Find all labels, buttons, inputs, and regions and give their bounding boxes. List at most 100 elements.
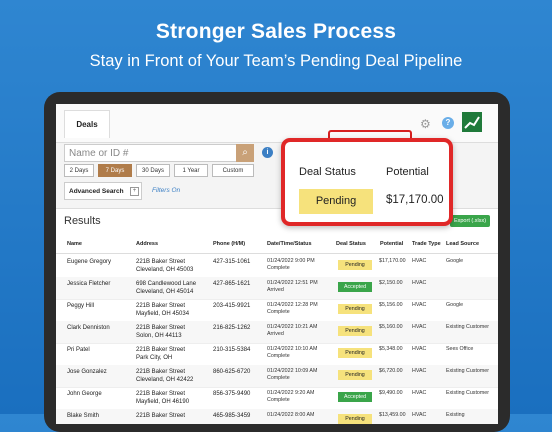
cell-name: Jessica Fletcher [67, 281, 111, 287]
filters-on-link[interactable]: Filters On [152, 187, 180, 194]
cell-address: 221B Baker Street Mayfield, OH 45034 [136, 302, 189, 318]
cell-phone: 856-375-9490 [213, 391, 251, 397]
info-icon[interactable]: i [262, 147, 273, 158]
visit-status: Complete [267, 375, 290, 381]
address-line-1: 221B Baker Street [136, 413, 186, 419]
table-row[interactable]: Jessica Fletcher 698 Candlewood Lane Cleve… [56, 277, 498, 300]
visit-status: Complete [267, 265, 290, 271]
cell-trade: HVAC [412, 346, 427, 352]
address-line-1: 698 Candlewood Lane [136, 281, 197, 287]
address-line-1: 221B Baker Street [136, 259, 186, 265]
cell-date-status: 01/24/2022 9:20 AM Complete [267, 390, 314, 404]
date-time: 01/24/2022 12:51 PM [267, 280, 318, 286]
cell-potential: $17,170.00 [379, 258, 406, 264]
date-time: 01/24/2022 12:28 PM [267, 302, 318, 308]
address-line-2: Park City, OH [136, 355, 173, 361]
cell-potential: $9,490.00 [379, 390, 403, 396]
deal-status-badge: Pending [338, 304, 372, 314]
deal-status-badge: Pending [338, 260, 372, 270]
cell-trade: HVAC [412, 258, 427, 264]
cell-address: 698 Candlewood Lane Cleveland, OH 45014 [136, 280, 196, 296]
cell-phone: 427-865-1621 [213, 281, 251, 287]
callout-potential-value: $17,170.00 [386, 194, 444, 206]
table-row[interactable]: John George 221B Baker Street Mayfield, OH… [56, 387, 498, 410]
filter-custom[interactable]: Custom [212, 164, 254, 177]
date-time: 01/24/2022 9:00 PM [267, 258, 315, 264]
address-line-1: 221B Baker Street [136, 347, 186, 353]
cell-date-status: 01/24/2022 9:00 PM Complete [267, 258, 315, 272]
address-line-1: 221B Baker Street [136, 303, 186, 309]
cell-lead-source: Sees Office [446, 346, 474, 352]
cell-phone: 216-825-1262 [213, 325, 251, 331]
cell-address: 221B Baker Street [136, 412, 185, 420]
address-line-2: Mayfield, OH 45034 [136, 311, 190, 317]
cell-trade: HVAC [412, 324, 427, 330]
cell-lead-source: Existing Customer [446, 390, 489, 396]
cell-address: 221B Baker Street Mayfield, OH 46190 [136, 390, 189, 406]
address-line-2: Mayfield, OH 46190 [136, 399, 190, 405]
date-time: 01/24/2022 8:00 AM [267, 412, 315, 418]
date-time: 01/24/2022 10:21 AM [267, 324, 318, 330]
table-header: Name Address Phone (H/M) Date/Time/Statu… [56, 237, 498, 254]
visit-status: Arrived [267, 287, 284, 293]
zoom-callout: Deal Status Potential Pending $17,170.00 [281, 138, 453, 226]
deal-status-badge: Pending [338, 414, 372, 424]
cell-name: Eugene Gregory [67, 259, 112, 265]
callout-pending-badge: Pending [299, 189, 373, 214]
cell-lead-source: Existing Customer [446, 368, 489, 374]
results-title: Results [64, 215, 101, 227]
cell-address: 221B Baker Street Cleveland, OH 42422 [136, 368, 193, 384]
deal-status-badge: Accepted [338, 282, 372, 292]
cell-potential: $6,720.00 [379, 368, 403, 374]
table-row[interactable]: Peggy Hill 221B Baker Street Mayfield, OH … [56, 299, 498, 322]
th-lead-source: Lead Source [446, 241, 480, 247]
gear-icon[interactable]: ⚙ [420, 118, 432, 130]
help-icon[interactable]: ? [442, 117, 454, 129]
visit-status: Arrived [267, 331, 284, 337]
cell-potential: $2,150.00 [379, 280, 403, 286]
deal-status-badge: Accepted [338, 392, 372, 402]
th-address: Address [136, 241, 159, 247]
table-row[interactable]: Pri Patel 221B Baker Street Park City, OH 2… [56, 343, 498, 366]
filter-1-year[interactable]: 1 Year [174, 164, 208, 177]
visit-status: Complete [267, 309, 290, 315]
cell-trade: HVAC [412, 390, 427, 396]
cell-lead-source: Google [446, 258, 464, 264]
search-icon[interactable]: ⌕ [236, 144, 254, 162]
cell-potential: $5,160.00 [379, 324, 403, 330]
address-line-1: 221B Baker Street [136, 325, 186, 331]
cell-potential: $5,156.00 [379, 302, 403, 308]
cell-name: Peggy Hill [67, 303, 95, 309]
chart-logo-icon [464, 116, 480, 129]
cell-lead-source: Google [446, 302, 464, 308]
export-button[interactable]: Export (.xlsx) [450, 215, 490, 227]
hero-subtitle: Stay in Front of Your Team’s Pending Dea… [89, 52, 463, 70]
cell-date-status: 01/24/2022 10:09 AM Complete [267, 368, 317, 382]
filter-2-days[interactable]: 2 Days [64, 164, 94, 177]
table-row[interactable]: Eugene Gregory 221B Baker Street Cleveland… [56, 255, 498, 278]
filter-7-days[interactable]: 7 Days [98, 164, 132, 177]
cell-lead-source: Existing [446, 412, 465, 418]
address-line-1: 221B Baker Street [136, 369, 186, 375]
cell-date-status: 01/24/2022 10:21 AM Arrived [267, 324, 317, 338]
date-time: 01/24/2022 10:09 AM [267, 368, 318, 374]
callout-potential-label: Potential [386, 166, 429, 178]
address-line-2: Cleveland, OH 45003 [136, 267, 194, 273]
cell-address: 221B Baker Street Park City, OH [136, 346, 185, 362]
cell-lead-source: Existing Customer [446, 324, 489, 330]
results-panel: Results Export (.xlsx) Name Address Phon… [56, 208, 498, 424]
cell-date-status: 01/24/2022 12:51 PM Arrived [267, 280, 318, 294]
table-row[interactable]: Blake Smith 221B Baker Street 465-985-3459… [56, 409, 498, 424]
deal-status-badge: Pending [338, 348, 372, 358]
expand-icon[interactable]: + [130, 187, 139, 196]
cell-date-status: 01/24/2022 10:10 AM Complete [267, 346, 317, 360]
search-input[interactable]: Name or ID # [64, 144, 254, 162]
filter-30-days[interactable]: 30 Days [136, 164, 170, 177]
table-row[interactable]: Clark Denniston 221B Baker Street Solon, O… [56, 321, 498, 344]
date-time: 01/24/2022 10:10 AM [267, 346, 318, 352]
visit-status: Complete [267, 397, 290, 403]
tab-deals[interactable]: Deals [64, 110, 110, 138]
table-row[interactable]: Jose Gonzalez 221B Baker Street Cleveland,… [56, 365, 498, 388]
th-phone: Phone (H/M) [213, 241, 246, 247]
th-name: Name [67, 241, 82, 247]
